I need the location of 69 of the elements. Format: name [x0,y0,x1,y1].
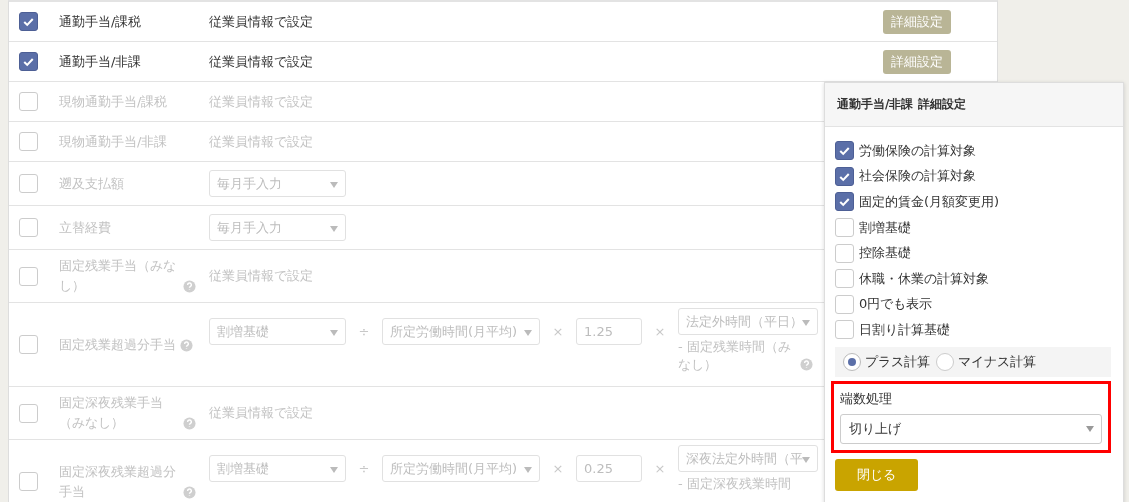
item-label: 固定残業手当（みなし） [59,257,177,295]
detail-settings-button[interactable]: 詳細設定 [883,49,951,74]
option-label: 社会保険の計算対象 [859,167,976,186]
help-icon[interactable] [180,338,193,352]
operator: × [653,323,667,341]
field-label: 端数処理 [840,389,893,408]
detail-settings-button[interactable]: 詳細設定 [883,9,951,34]
radio-button[interactable] [936,352,954,371]
option-label: 日割り計算基礎 [859,320,950,339]
setting-text: 従業員情報で設定 [209,133,313,149]
help-icon[interactable] [183,417,196,430]
radio-button[interactable] [843,352,861,371]
setting-text: 従業員情報で設定 [209,405,313,420]
help-icon[interactable] [800,358,813,371]
item-label: 現物通勤手当/課税 [59,92,168,111]
checkbox[interactable] [835,166,854,186]
caret-icon [524,330,532,336]
item-label: 現物通勤手当/非課 [59,132,168,151]
checkbox[interactable] [835,192,854,212]
item-label: 通勤手当/非課 [59,52,142,71]
rate-input[interactable]: 1.25 [576,318,642,345]
operator: ÷ [357,460,371,478]
setting-text: 従業員情報で設定 [209,13,313,29]
item-label: 固定深夜残業手当（みなし） [59,394,164,432]
caret-icon [330,330,338,336]
select-field[interactable]: 法定外時間（平日） [678,308,818,335]
option-label: 割増基礎 [859,218,911,237]
select-field[interactable]: 毎月手入力 [209,214,346,241]
operator: × [551,323,565,341]
setting-text: 従業員情報で設定 [209,53,313,69]
caret-icon [524,467,532,473]
option-label: 固定的賃金(月額変更用) [859,193,1000,211]
option-label: 控除基礎 [859,244,911,263]
setting-text: 従業員情報で設定 [209,268,313,283]
select-field[interactable]: 所定労働時間(月平均) [382,318,540,345]
radio-label: プラス計算 [865,352,930,371]
note-text: - 固定深夜残業時間 [678,475,791,493]
checkbox[interactable] [19,12,38,31]
rate-input[interactable]: 0.25 [576,455,642,482]
option-label: 0円でも表示 [859,295,933,314]
select-field[interactable]: 割増基礎 [209,318,346,345]
caret-icon [330,182,338,188]
help-icon[interactable] [183,485,196,499]
radio-label: マイナス計算 [958,352,1036,371]
item-label: 立替経費 [59,218,111,237]
close-button[interactable]: 閉じる [835,458,918,491]
popup-title: 通勤手当/非課 詳細設定 [837,97,966,111]
select-field[interactable]: 所定労働時間(月平均) [382,455,540,482]
caret-icon [802,320,810,326]
item-label: 遡及支払額 [59,174,124,193]
item-label: 通勤手当/課税 [59,12,142,31]
option-label: 休職・休業の計算対象 [859,269,989,288]
select-field[interactable]: 毎月手入力 [209,170,346,197]
checkbox[interactable] [19,52,38,71]
caret-icon [330,467,338,473]
rounding-select[interactable]: 切り上げ [840,413,1102,444]
operator: × [653,460,667,478]
caret-icon [330,226,338,232]
caret-icon [802,457,810,463]
caret-icon [1086,425,1094,432]
help-icon[interactable] [183,280,196,293]
setting-text: 従業員情報で設定 [209,93,313,109]
select-field[interactable]: 深夜法定外時間（平 [678,445,818,472]
operator: × [551,460,565,478]
checkbox[interactable] [835,141,854,161]
option-label: 労働保険の計算対象 [859,141,976,160]
select-field[interactable]: 割増基礎 [209,455,346,482]
operator: ÷ [357,323,371,341]
note-text: - 固定残業時間（みなし） [678,338,792,374]
